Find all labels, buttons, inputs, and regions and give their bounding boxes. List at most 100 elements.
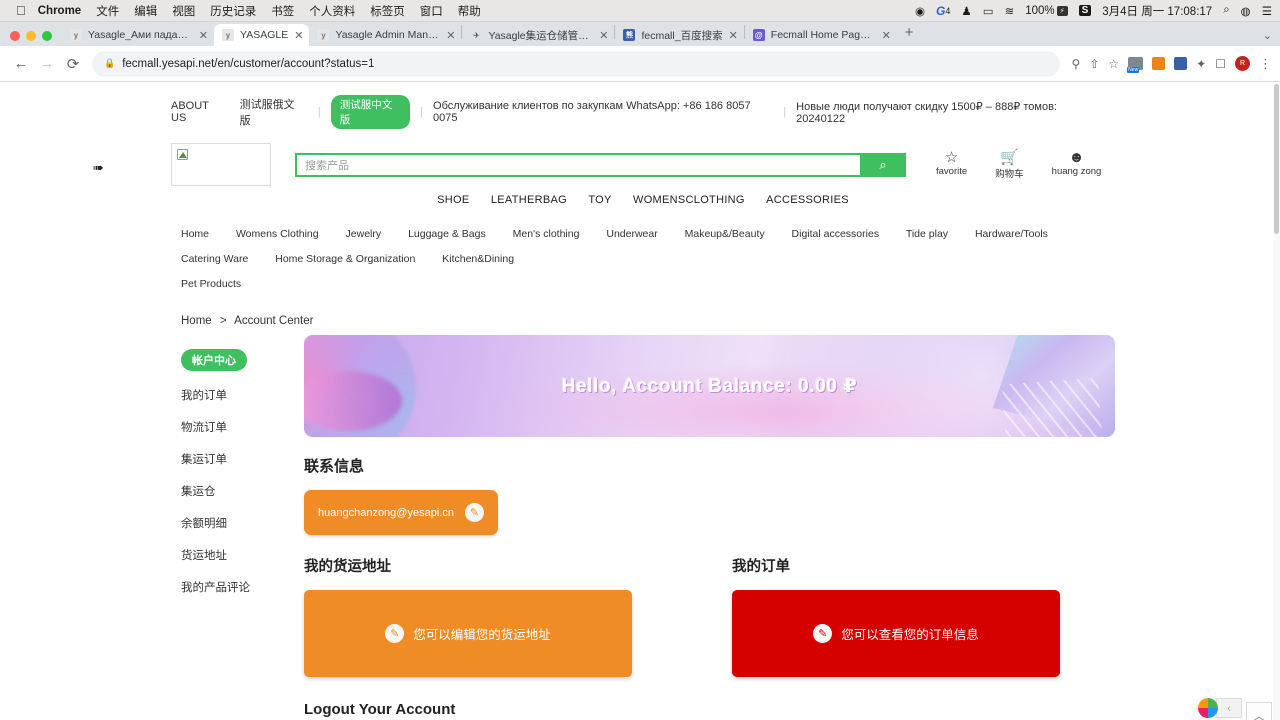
sidepanel-icon[interactable]: ☐ [1215, 57, 1226, 71]
tab-close-icon[interactable]: ✕ [727, 29, 740, 42]
menu-bar-clock[interactable]: 3月4日 周一 17:08:17 [1102, 3, 1212, 19]
sidebar-item-account-center[interactable]: 帐户中心 [181, 349, 247, 371]
bell-icon[interactable]: ♟ [961, 4, 971, 18]
category-makeup-beauty[interactable]: Makeup&/Beauty [685, 228, 765, 240]
screen-record-icon[interactable]: ◉ [915, 4, 925, 18]
scrollbar-thumb[interactable] [1274, 84, 1279, 234]
screen-mirror-icon[interactable]: ▭ [983, 4, 994, 18]
category-luggage-bags[interactable]: Luggage & Bags [408, 228, 486, 240]
extensions-puzzle-icon[interactable]: ✦ [1196, 57, 1206, 71]
tab-close-icon[interactable]: ✕ [597, 29, 610, 42]
category-home-storage[interactable]: Home Storage & Organization [275, 253, 415, 265]
apple-logo-icon[interactable]:  [16, 4, 26, 17]
contact-email-card[interactable]: huangchanzong@yesapi.cn ✎ [304, 490, 498, 535]
menu-item-file[interactable]: 文件 [96, 3, 119, 19]
blue-extension-icon[interactable] [1174, 57, 1188, 70]
category-hardware-tools[interactable]: Hardware/Tools [975, 228, 1048, 240]
subnav-item-shoe[interactable]: SHOE [437, 194, 469, 206]
sidebar-item-balance-details[interactable]: 余额明细 [181, 507, 304, 539]
sidebar-item-consolidation-warehouse[interactable]: 集运仓 [181, 475, 304, 507]
category-tide-play[interactable]: Tide play [906, 228, 948, 240]
menu-item-profile[interactable]: 个人资料 [309, 3, 355, 19]
subnav-item-toy[interactable]: TOY [588, 194, 611, 206]
control-center-icon[interactable]: ☰ [1262, 4, 1272, 18]
favorite-link[interactable]: ☆ favorite [936, 149, 967, 180]
tab-close-icon[interactable]: ✕ [444, 29, 457, 42]
subnav-item-leatherbag[interactable]: LEATHERBAG [491, 194, 567, 206]
sidebar-item-consolidation-orders[interactable]: 集运订单 [181, 443, 304, 475]
cn-version-badge[interactable]: 测试服中文版 [330, 95, 411, 129]
category-jewelry[interactable]: Jewelry [346, 228, 382, 240]
menu-item-view[interactable]: 视图 [172, 3, 195, 19]
browser-tab[interactable]: 熊 fecmall_百度搜索 ✕ [615, 24, 743, 46]
forward-button[interactable]: → [34, 55, 60, 72]
minimize-window-button[interactable] [26, 31, 36, 41]
account-link[interactable]: ☻ huang zong [1052, 149, 1102, 180]
tab-search-chevron-icon[interactable]: ⌄ [1263, 29, 1272, 42]
shipping-address-card[interactable]: ✎ 您可以编辑您的货运地址 [304, 590, 632, 677]
cart-link[interactable]: 🛒 购物车 [995, 149, 1024, 180]
category-catering-ware[interactable]: Catering Ware [181, 253, 248, 265]
subnav-item-accessories[interactable]: ACCESSORIES [766, 194, 849, 206]
menu-item-history[interactable]: 历史记录 [210, 3, 256, 19]
tab-close-icon[interactable]: ✕ [197, 29, 210, 42]
browser-tab[interactable]: ✈ Yasagle集运仓储管理系统 ✕ [462, 24, 614, 46]
close-window-button[interactable] [10, 31, 20, 41]
subnav-item-womensclothing[interactable]: WOMENSCLOTHING [633, 194, 745, 206]
breadcrumb-home[interactable]: Home [181, 315, 212, 327]
address-bar[interactable]: 🔒 fecmall.yesapi.net/en/customer/account… [92, 50, 1060, 77]
spotlight-search-icon[interactable]: ⌕ [1223, 4, 1229, 17]
grammarly-icon[interactable]: G4 [936, 4, 950, 18]
share-icon[interactable]: ⇧ [1089, 57, 1099, 71]
maximize-window-button[interactable] [42, 31, 52, 41]
siri-icon[interactable]: ◍ [1241, 4, 1251, 18]
chat-collapse-button[interactable]: ‹ [1216, 698, 1242, 718]
password-key-icon[interactable]: ⚲ [1072, 57, 1081, 71]
ru-version-link[interactable]: 测试服俄文版 [240, 96, 304, 128]
site-logo[interactable] [171, 143, 271, 186]
category-home[interactable]: Home [181, 228, 209, 240]
sidebar-item-logistics-orders[interactable]: 物流订单 [181, 411, 304, 443]
tab-favicon-icon: y [70, 29, 82, 41]
search-input[interactable]: 搜索产品 [295, 152, 860, 177]
about-us-link[interactable]: ABOUT US [171, 100, 226, 124]
battery-status[interactable]: 100% ⚡ [1025, 5, 1068, 17]
category-mens-clothing[interactable]: Men's clothing [513, 228, 580, 240]
sogou-input-icon[interactable]: S [1078, 5, 1092, 16]
orange-extension-icon[interactable] [1152, 57, 1166, 70]
scroll-up-button[interactable]: ︿ [1247, 703, 1271, 720]
new-tab-button[interactable]: + [897, 24, 922, 44]
browser-tab-active[interactable]: y YASAGLE ✕ [214, 24, 310, 46]
browser-tab[interactable]: y Yasagle_Ами падают розовы ✕ [62, 24, 214, 46]
reload-button[interactable]: ⟳ [60, 55, 86, 73]
category-kitchen-dining[interactable]: Kitchen&Dining [442, 253, 514, 265]
menu-item-tabs[interactable]: 标签页 [370, 3, 405, 19]
back-button[interactable]: ← [8, 55, 34, 72]
sidebar-item-shipping-address[interactable]: 货运地址 [181, 539, 304, 571]
tab-close-icon[interactable]: ✕ [880, 29, 893, 42]
category-underwear[interactable]: Underwear [606, 228, 657, 240]
chrome-menu-kebab-icon[interactable]: ⋮ [1259, 56, 1272, 72]
category-digital-accessories[interactable]: Digital accessories [792, 228, 880, 240]
search-button[interactable]: ⌕ [860, 152, 906, 177]
menu-item-window[interactable]: 窗口 [420, 3, 443, 19]
browser-tab[interactable]: y Yasagle Admin Manager Syste ✕ [309, 24, 461, 46]
menu-item-edit[interactable]: 编辑 [134, 3, 157, 19]
menu-item-chrome[interactable]: Chrome [38, 5, 81, 17]
menu-item-help[interactable]: 帮助 [458, 3, 481, 19]
category-pet-products[interactable]: Pet Products [181, 278, 241, 290]
edit-icon[interactable]: ✎ [465, 503, 484, 522]
sidebar-item-my-reviews[interactable]: 我的产品评论 [181, 571, 304, 603]
my-orders-card[interactable]: ✎ 您可以查看您的订单信息 [732, 590, 1060, 677]
menu-item-bookmarks[interactable]: 书签 [271, 3, 294, 19]
browser-tab[interactable]: @ Fecmall Home Page En ✕ [745, 24, 897, 46]
bookmark-star-icon[interactable]: ☆ [1108, 57, 1119, 71]
sidebar-item-my-orders[interactable]: 我的订单 [181, 379, 304, 411]
chat-widget-icon[interactable] [1198, 698, 1218, 718]
category-womens-clothing[interactable]: Womens Clothing [236, 228, 319, 240]
tab-close-icon[interactable]: ✕ [292, 29, 305, 42]
wifi-icon[interactable]: ≋ [1005, 4, 1015, 18]
page-scrollbar[interactable] [1273, 82, 1280, 720]
profile-avatar[interactable]: R [1235, 56, 1250, 71]
new-badge-extension-icon[interactable] [1127, 57, 1144, 73]
